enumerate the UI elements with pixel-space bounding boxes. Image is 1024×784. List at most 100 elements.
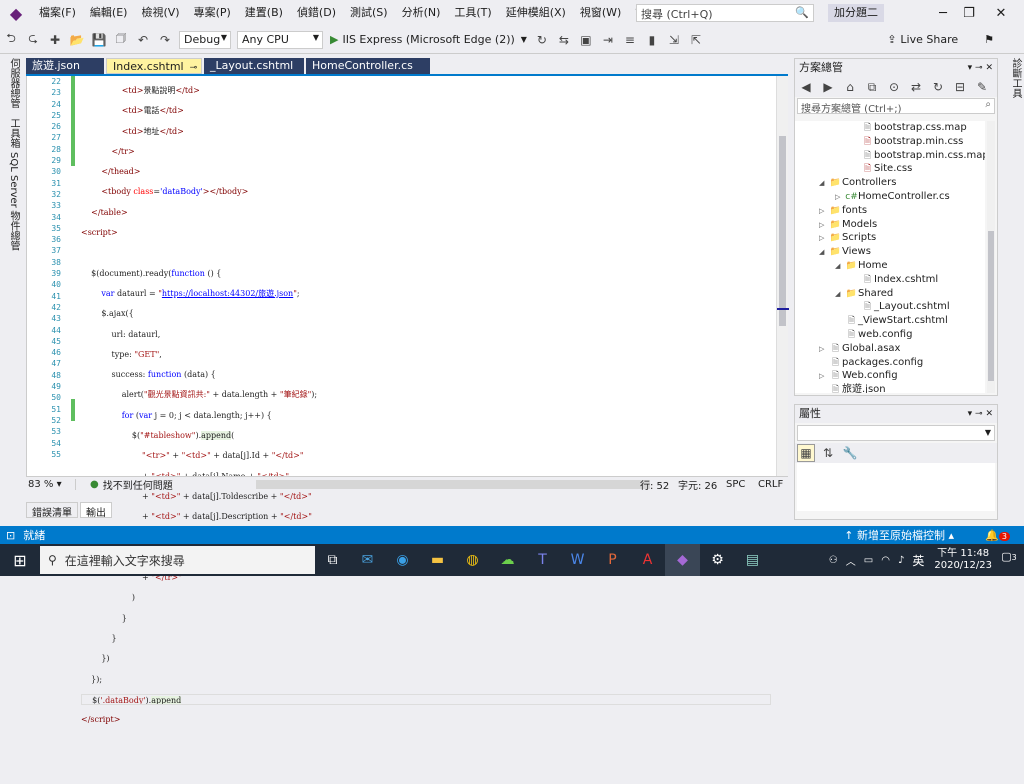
powerpoint-icon[interactable]: P: [595, 544, 630, 576]
server-explorer-tab[interactable]: 伺服器總管: [6, 58, 21, 108]
new-project-icon[interactable]: ✚: [46, 31, 64, 49]
redo-icon[interactable]: ↷: [156, 31, 174, 49]
tree-item[interactable]: 🗎 packages.config: [795, 356, 985, 370]
acrobat-icon[interactable]: A: [630, 544, 665, 576]
menu-tools[interactable]: 工具(T): [447, 0, 498, 26]
config-select[interactable]: Debug ▼: [179, 30, 231, 49]
action-center-icon[interactable]: ▢3: [998, 550, 1020, 570]
tree-item[interactable]: ◢ 📁Controllers: [795, 176, 985, 190]
tree-item[interactable]: ▷ 📁Scripts: [795, 231, 985, 245]
task-view-icon[interactable]: ⧉: [315, 544, 350, 576]
collapsed-arrow-icon[interactable]: ▷: [819, 219, 829, 233]
back-icon[interactable]: ⮌: [2, 31, 20, 49]
tree-item[interactable]: ◢ 📁Views: [795, 245, 985, 259]
tree-item[interactable]: ▷ 🗎 Web.config: [795, 369, 985, 383]
collapsed-arrow-icon[interactable]: ▷: [819, 343, 829, 357]
mail-icon[interactable]: ✉: [350, 544, 385, 576]
sql-object-explorer-tab[interactable]: SQL Server 物件總管: [6, 152, 21, 251]
tree-item[interactable]: ▷ 📁Models: [795, 218, 985, 232]
expanded-arrow-icon[interactable]: ◢: [819, 177, 829, 191]
forward-icon[interactable]: ⮎: [24, 31, 42, 49]
tree-item[interactable]: 🗎 bootstrap.min.css.map: [795, 149, 985, 163]
back-icon[interactable]: ◀: [797, 78, 815, 96]
open-file-icon[interactable]: 📂: [68, 31, 86, 49]
sync-icon[interactable]: ⇄: [907, 78, 925, 96]
people-icon[interactable]: ⚇: [829, 555, 838, 566]
ime-indicator[interactable]: 英: [912, 552, 924, 569]
tree-item[interactable]: ◢ 📁Home: [795, 259, 985, 273]
chevron-up-icon[interactable]: ︿: [846, 553, 856, 568]
menu-project[interactable]: 專案(P): [187, 0, 238, 26]
collapsed-arrow-icon[interactable]: ▷: [819, 205, 829, 219]
chrome-icon[interactable]: ◍: [455, 544, 490, 576]
pending-changes-icon[interactable]: ⊙: [885, 78, 903, 96]
wifi-icon[interactable]: ◠: [881, 555, 890, 566]
toolbox-tab[interactable]: 工具箱: [6, 118, 21, 148]
teams-icon[interactable]: T: [525, 544, 560, 576]
editor-horizontal-scrollbar[interactable]: [256, 480, 650, 489]
file-explorer-icon[interactable]: ▬: [420, 544, 455, 576]
tab-layout[interactable]: _Layout.cshtml: [204, 58, 304, 74]
pin-icon[interactable]: ⊸: [190, 63, 198, 73]
zoom-select[interactable]: 83 % ▾: [26, 479, 76, 490]
solution-search-input[interactable]: 搜尋方案總管 (Ctrl+;) ⌕: [797, 98, 995, 115]
source-control-button[interactable]: ↑ 新增至原始檔控制 ▴: [844, 527, 954, 543]
tree-item[interactable]: ◢ 📁Shared: [795, 287, 985, 301]
forward-icon[interactable]: ▶: [819, 78, 837, 96]
scrollbar-thumb[interactable]: [779, 136, 786, 326]
volume-icon[interactable]: ♪: [898, 555, 904, 566]
scrollbar-thumb[interactable]: [988, 231, 994, 381]
expanded-arrow-icon[interactable]: ◢: [819, 246, 829, 260]
notes-icon[interactable]: ▤: [735, 544, 770, 576]
platform-select[interactable]: Any CPU ▼: [237, 30, 323, 49]
panel-controls[interactable]: ▾ ⊸ ✕: [968, 59, 993, 77]
alphabetical-icon[interactable]: ⇅: [819, 444, 837, 462]
wechat-icon[interactable]: ☁: [490, 544, 525, 576]
menu-view[interactable]: 檢視(V): [134, 0, 186, 26]
tree-item[interactable]: 🗎 Index.cshtml: [795, 273, 985, 287]
bookmark-next-icon[interactable]: ⇲: [665, 31, 683, 49]
expanded-arrow-icon[interactable]: ◢: [835, 260, 845, 274]
diagnostics-tab[interactable]: 診斷工具: [1008, 58, 1023, 98]
save-icon[interactable]: 💾: [90, 31, 108, 49]
network-icon[interactable]: ▭: [864, 555, 873, 566]
step-icon[interactable]: ⇥: [599, 31, 617, 49]
property-pages-icon[interactable]: 🔧: [841, 444, 859, 462]
run-button[interactable]: ▶ IIS Express (Microsoft Edge (2)) ▼: [330, 33, 527, 46]
menu-file[interactable]: 檔案(F): [32, 0, 83, 26]
code-text[interactable]: <td>景點說明</td> <td>電話</td> <td>地址</td> </…: [81, 76, 771, 724]
bookmark-icon[interactable]: ▮: [643, 31, 661, 49]
bookmark-prev-icon[interactable]: ⇱: [687, 31, 705, 49]
tree-item[interactable]: ▷ 🗎 Global.asax: [795, 342, 985, 356]
tree-item[interactable]: 🗎 _Layout.cshtml: [795, 300, 985, 314]
word-icon[interactable]: W: [560, 544, 595, 576]
live-share-button[interactable]: Live Share: [900, 33, 958, 46]
tab-homecontroller[interactable]: HomeController.cs: [306, 58, 430, 74]
expanded-arrow-icon[interactable]: ◢: [835, 288, 845, 302]
collapsed-arrow-icon[interactable]: ▷: [819, 370, 829, 384]
settings-gear-icon[interactable]: ⚙: [700, 544, 735, 576]
tree-item[interactable]: 🗎 bootstrap.min.css: [795, 135, 985, 149]
windows-start-icon[interactable]: ⊞: [0, 544, 40, 576]
undo-icon[interactable]: ↶: [134, 31, 152, 49]
notification-bell-icon[interactable]: 🔔 3: [985, 529, 1010, 542]
editor-vertical-scrollbar[interactable]: [776, 76, 789, 476]
tree-item[interactable]: 🗎 Site.css: [795, 162, 985, 176]
taskbar-search-input[interactable]: ⚲ 在這裡輸入文字來搜尋: [40, 546, 315, 574]
feedback-icon[interactable]: ⚑: [984, 33, 994, 46]
menu-extensions[interactable]: 延伸模組(X): [499, 0, 573, 26]
categorized-icon[interactable]: ▦: [797, 444, 815, 462]
panel-controls[interactable]: ▾ ⊸ ✕: [968, 405, 993, 423]
tab-error-list[interactable]: 錯誤清單: [26, 502, 78, 519]
collapse-all-icon[interactable]: ⊟: [951, 78, 969, 96]
refresh-icon[interactable]: ↻: [533, 31, 551, 49]
tab-json[interactable]: 旅遊.json: [26, 58, 104, 74]
close-button[interactable]: ✕: [978, 0, 1024, 26]
home-icon[interactable]: ⌂: [841, 78, 859, 96]
menu-analyze[interactable]: 分析(N): [395, 0, 448, 26]
comment-icon[interactable]: ≡: [621, 31, 639, 49]
tree-item[interactable]: ▷ c#HomeController.cs: [795, 190, 985, 204]
menu-test[interactable]: 測試(S): [343, 0, 395, 26]
code-editor[interactable]: 22 23 24 25 26 27 28 29 30 31 32 33 34 35 36 37 38 39 40 41…: [26, 76, 776, 724]
switch-view-icon[interactable]: ⧉: [863, 78, 881, 96]
